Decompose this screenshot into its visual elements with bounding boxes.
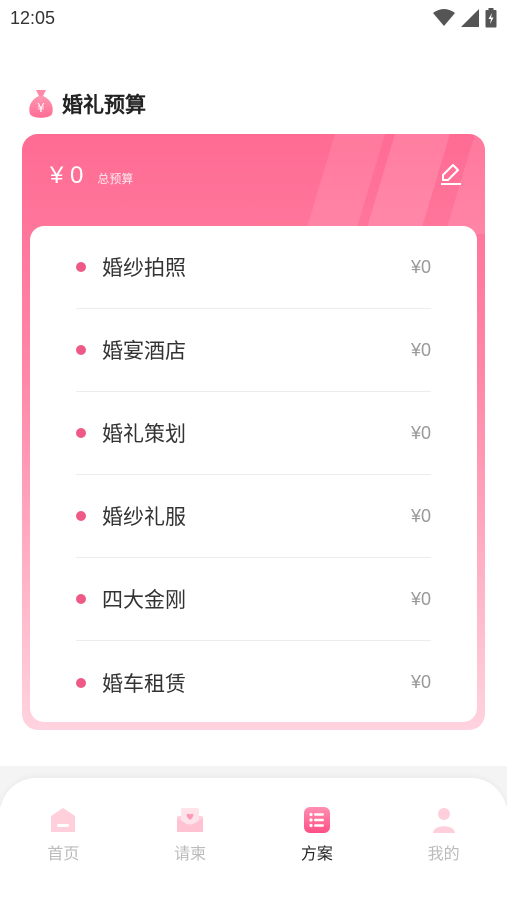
nav-item-plan[interactable]: 方案	[267, 806, 367, 903]
budget-item-value: ¥0	[410, 422, 431, 443]
status-icons	[433, 8, 497, 28]
status-time: 12:05	[10, 7, 56, 28]
budget-item-value: ¥0	[410, 672, 431, 692]
nav-label: 方案	[300, 844, 333, 863]
bottom-nav: 首页 请柬 方案 我的	[0, 778, 507, 903]
budget-item-value: ¥0	[410, 588, 431, 609]
budget-item-value: ¥0	[410, 505, 431, 526]
section-header: ¥ 婚礼预算	[28, 86, 146, 122]
total-amount: 0	[70, 162, 84, 189]
home-icon	[51, 808, 76, 832]
bullet-dot	[76, 594, 86, 604]
budget-item-photo[interactable]: 婚纱拍照 ¥0	[76, 226, 431, 309]
edit-icon[interactable]	[439, 162, 463, 186]
bullet-dot	[76, 677, 86, 688]
budget-item-label: 婚车租赁	[102, 671, 186, 696]
budget-item-planning[interactable]: 婚礼策划 ¥0	[76, 392, 431, 475]
plan-list-icon	[303, 807, 330, 833]
budget-list-container: 婚纱拍照 ¥0 婚宴酒店 ¥0 婚礼策划 ¥0 婚纱礼服 ¥0 四大金刚 ¥0 …	[30, 226, 477, 722]
budget-list: 婚纱拍照 ¥0 婚宴酒店 ¥0 婚礼策划 ¥0 婚纱礼服 ¥0 四大金刚 ¥0 …	[30, 226, 477, 722]
budget-item-label: 婚宴酒店	[102, 339, 186, 363]
budget-item-label: 婚纱拍照	[102, 256, 186, 280]
wifi-icon	[433, 9, 455, 26]
nav-item-home[interactable]: 首页	[13, 806, 113, 903]
status-bar: 12:05	[0, 0, 507, 36]
budget-item-dress[interactable]: 婚纱礼服 ¥0	[76, 475, 431, 558]
nav-item-profile[interactable]: 我的	[394, 806, 494, 903]
budget-item-label: 婚纱礼服	[102, 505, 186, 529]
budget-item-crew[interactable]: 四大金刚 ¥0	[76, 558, 431, 641]
budget-card: ¥ 0 总预算 婚纱拍照 ¥0 婚宴酒店 ¥0 婚礼策划 ¥0 婚纱礼服 ¥0 …	[22, 134, 485, 730]
signal-icon	[461, 9, 479, 27]
nav-label: 我的	[427, 844, 460, 863]
budget-total: ¥ 0 总预算	[50, 162, 133, 190]
budget-item-label: 婚礼策划	[102, 422, 186, 446]
budget-item-car[interactable]: 婚车租赁 ¥0	[76, 641, 431, 722]
budget-item-value: ¥0	[410, 339, 431, 360]
nav-label: 请柬	[174, 844, 207, 863]
page-title: 婚礼预算	[62, 93, 146, 117]
svg-text:¥: ¥	[37, 101, 45, 115]
nav-label: 首页	[47, 844, 80, 863]
budget-item-label: 四大金刚	[102, 588, 186, 612]
bullet-dot	[76, 262, 86, 272]
currency-symbol: ¥	[50, 162, 64, 189]
battery-icon	[485, 8, 497, 28]
bullet-dot	[76, 345, 86, 355]
total-label: 总预算	[97, 172, 134, 186]
invitation-icon	[177, 808, 204, 832]
money-bag-icon: ¥	[29, 90, 53, 118]
budget-item-banquet[interactable]: 婚宴酒店 ¥0	[76, 309, 431, 392]
profile-icon	[432, 808, 455, 833]
bullet-dot	[76, 511, 86, 521]
budget-item-value: ¥0	[410, 256, 431, 277]
nav-item-invitation[interactable]: 请柬	[140, 806, 240, 903]
bullet-dot	[76, 428, 86, 438]
